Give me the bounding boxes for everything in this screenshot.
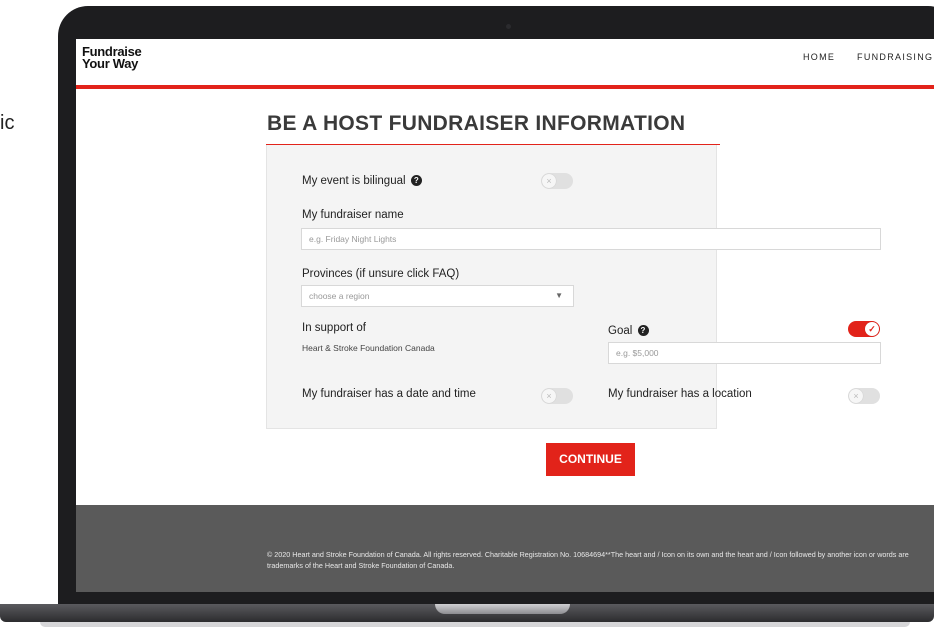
location-label: My fundraiser has a location [608,388,752,400]
logo-line-2: Your Way [82,56,139,71]
nav-link-home[interactable]: HOME [803,52,835,62]
bilingual-label: My event is bilingual ? [302,175,422,187]
nav-accent-bar [76,85,934,89]
continue-button[interactable]: CONTINUE [546,443,635,476]
nav-link-fundraising[interactable]: FUNDRAISING I [857,52,934,62]
footer: © 2020 Heart and Stroke Foundation of Ca… [76,505,934,592]
goal-toggle[interactable]: ✓ [848,321,880,337]
question-circle-icon[interactable]: ? [410,175,422,187]
footer-copyright: © 2020 Heart and Stroke Foundation of Ca… [267,550,909,570]
logo[interactable]: Fundraise Your Way [82,45,142,71]
x-icon: × [849,389,863,403]
date-time-label: My fundraiser has a date and time [302,388,476,400]
location-toggle[interactable]: × [848,388,880,404]
x-icon: × [542,174,556,188]
fundraiser-name-input[interactable]: e.g. Friday Night Lights [301,228,881,250]
webcam [506,24,511,29]
laptop-screen: Fundraise Your Way HOME FUNDRAISING I BE… [76,39,934,592]
goal-placeholder: e.g. $5,000 [616,348,659,358]
support-value: Heart & Stroke Foundation Canada [302,343,435,353]
check-icon: ✓ [865,322,879,336]
page-title: BE A HOST FUNDRAISER INFORMATION [267,112,686,135]
bilingual-toggle[interactable]: × [541,173,573,189]
support-label: In support of [302,322,366,334]
laptop-shadow [40,622,910,627]
provinces-select-value: choose a region [309,291,370,301]
goal-label-text: Goal [608,325,633,337]
goal-input[interactable]: e.g. $5,000 [608,342,881,364]
date-time-toggle[interactable]: × [541,388,573,404]
provinces-label: Provinces (if unsure click FAQ) [302,268,460,280]
question-circle-icon[interactable]: ? [637,325,649,337]
stray-text: ic [0,112,15,134]
nav-links: HOME FUNDRAISING I [803,52,934,62]
laptop-notch [435,604,570,614]
bilingual-label-text: My event is bilingual [302,175,406,187]
fundraiser-name-placeholder: e.g. Friday Night Lights [309,234,397,244]
top-navigation: Fundraise Your Way HOME FUNDRAISING I [76,39,934,85]
goal-label: Goal ? [608,325,649,337]
fundraiser-name-label: My fundraiser name [302,209,404,221]
provinces-select[interactable]: choose a region ▼ [301,285,574,307]
x-icon: × [542,389,556,403]
chevron-down-icon: ▼ [555,291,563,300]
